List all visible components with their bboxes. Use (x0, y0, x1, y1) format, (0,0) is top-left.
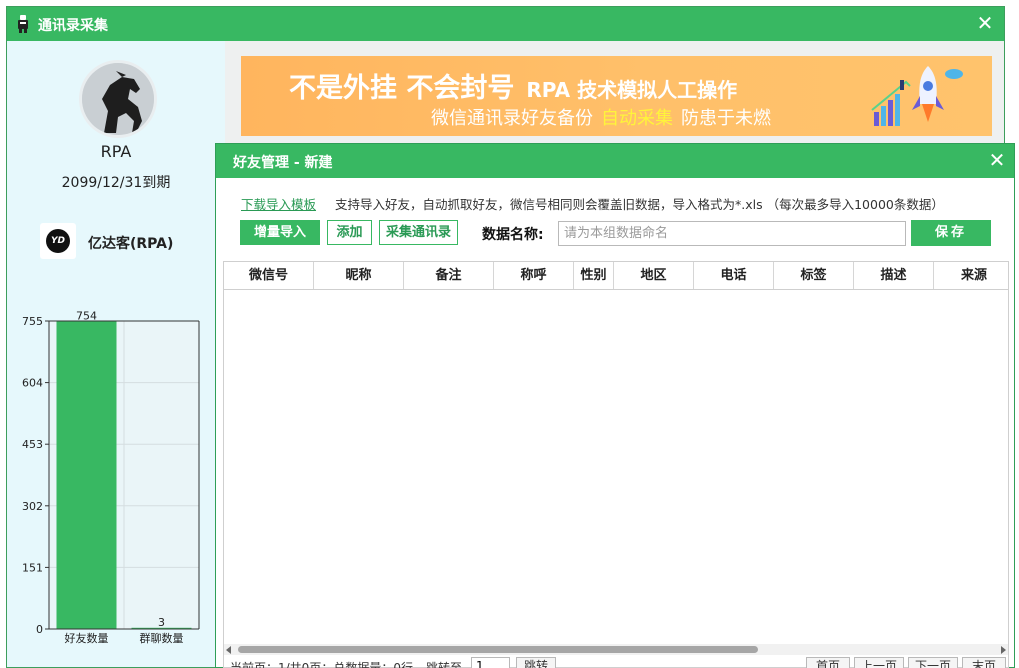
avatar (79, 60, 157, 138)
chart-ytick-label: 755 (22, 315, 43, 328)
column-header-source[interactable]: 来源 (934, 262, 1008, 289)
friend-manage-dialog: 好友管理 - 新建 ✕ 下载导入模板 支持导入好友，自动抓取好友，微信号相同则会… (215, 143, 1015, 668)
table-header: 微信号 昵称 备注 称呼 性别 地区 电话 标签 描述 来源 (224, 262, 1008, 290)
chart-category-label: 好友数量 (65, 631, 109, 645)
scroll-right-icon[interactable] (1001, 646, 1006, 654)
column-header-region[interactable]: 地区 (614, 262, 694, 289)
column-header-wxid[interactable]: 微信号 (224, 262, 314, 289)
column-header-gender[interactable]: 性别 (574, 262, 614, 289)
column-header-remark[interactable]: 备注 (404, 262, 494, 289)
rocket-illustration-icon (871, 66, 963, 126)
download-template-link[interactable]: 下载导入模板 (241, 194, 316, 213)
brand-logo: YD (40, 223, 76, 259)
app-icon (18, 15, 28, 33)
banner-slogan-post: 防患于未燃 (681, 108, 771, 129)
goto-label: 跳转至 (426, 661, 463, 668)
incremental-import-button[interactable]: 增量导入 (240, 220, 320, 245)
data-name-label: 数据名称: (482, 227, 544, 243)
dialog-titlebar: 好友管理 - 新建 ✕ (216, 144, 1014, 178)
column-header-phone[interactable]: 电话 (694, 262, 774, 289)
last-page-button[interactable]: 末页 (962, 657, 1006, 668)
banner-headline-main: 不是外挂 不会封号 (289, 73, 515, 104)
chart-ytick-label: 0 (36, 623, 43, 636)
page-number-input[interactable] (471, 657, 510, 668)
chart-category-label: 群聊数量 (140, 631, 184, 645)
count-bar-chart: 0 151 302 453 604 755 754 好友数量 3 群聊数量 (22, 309, 200, 645)
first-page-button[interactable]: 首页 (806, 657, 850, 668)
banner-headline: 不是外挂 不会封号 RPA 技术模拟人工操作 (289, 66, 737, 105)
import-tip: 支持导入好友，自动抓取好友，微信号相同则会覆盖旧数据，导入格式为*.xls （每… (335, 197, 944, 212)
banner-slogan-pre: 微信通讯录好友备份 (431, 108, 593, 129)
close-icon[interactable]: ✕ (972, 10, 998, 36)
banner-slogan-highlight: 自动采集 (601, 108, 673, 129)
chart-ytick-label: 151 (22, 561, 43, 574)
page-info: 当前页：1/共0页；总数据量：0行 (230, 661, 413, 668)
user-name: RPA (100, 142, 132, 161)
brand-logo-icon: YD (46, 229, 70, 253)
chart-bar (56, 321, 117, 629)
dialog-title: 好友管理 - 新建 (233, 155, 333, 171)
prev-page-button[interactable]: 上一页 (854, 657, 904, 668)
chart-ytick-label: 453 (22, 438, 43, 451)
chart-data-label: 754 (76, 309, 97, 322)
horizontal-scrollbar[interactable] (224, 644, 1008, 655)
banner-slogan: 微信通讯录好友备份 自动采集 防患于未燃 (431, 104, 771, 130)
save-button[interactable]: 保存 (911, 220, 991, 246)
column-header-nickname[interactable]: 昵称 (314, 262, 404, 289)
banner-headline-sub: RPA 技术模拟人工操作 (526, 78, 738, 102)
column-header-tag[interactable]: 标签 (774, 262, 854, 289)
pagination-bar: 当前页：1/共0页；总数据量：0行 跳转至 跳转 首页 上一页 下一页 末页 (224, 657, 1008, 668)
brand-name: 亿达客(RPA) (88, 236, 174, 252)
goto-button[interactable]: 跳转 (516, 657, 556, 668)
horse-avatar-icon (82, 63, 154, 135)
chart-ytick-label: 302 (22, 500, 43, 513)
scroll-left-icon[interactable] (226, 646, 231, 654)
expire-date: 2099/12/31到期 (61, 175, 171, 191)
add-button[interactable]: 添加 (327, 220, 372, 245)
data-name-input[interactable] (558, 221, 906, 246)
chart-data-label: 3 (158, 616, 165, 629)
scrollbar-thumb[interactable] (238, 646, 758, 653)
column-header-title[interactable]: 称呼 (494, 262, 574, 289)
window-title: 通讯录采集 (38, 18, 108, 34)
chart-ytick-label: 604 (22, 377, 43, 390)
column-header-description[interactable]: 描述 (854, 262, 934, 289)
collect-contacts-button[interactable]: 采集通讯录 (379, 220, 458, 245)
dialog-close-icon[interactable]: ✕ (984, 147, 1010, 173)
friend-table: 微信号 昵称 备注 称呼 性别 地区 电话 标签 描述 来源 当前页：1/共0页… (223, 261, 1009, 668)
promo-banner[interactable]: 不是外挂 不会封号 RPA 技术模拟人工操作 微信通讯录好友备份 自动采集 防患于未燃 (241, 56, 992, 136)
profile-panel: RPA 2099/12/31到期 YD 亿达客(RPA) 0 151 302 453 6… (7, 41, 225, 667)
window-titlebar: 通讯录采集 ✕ (7, 7, 1004, 41)
next-page-button[interactable]: 下一页 (908, 657, 958, 668)
